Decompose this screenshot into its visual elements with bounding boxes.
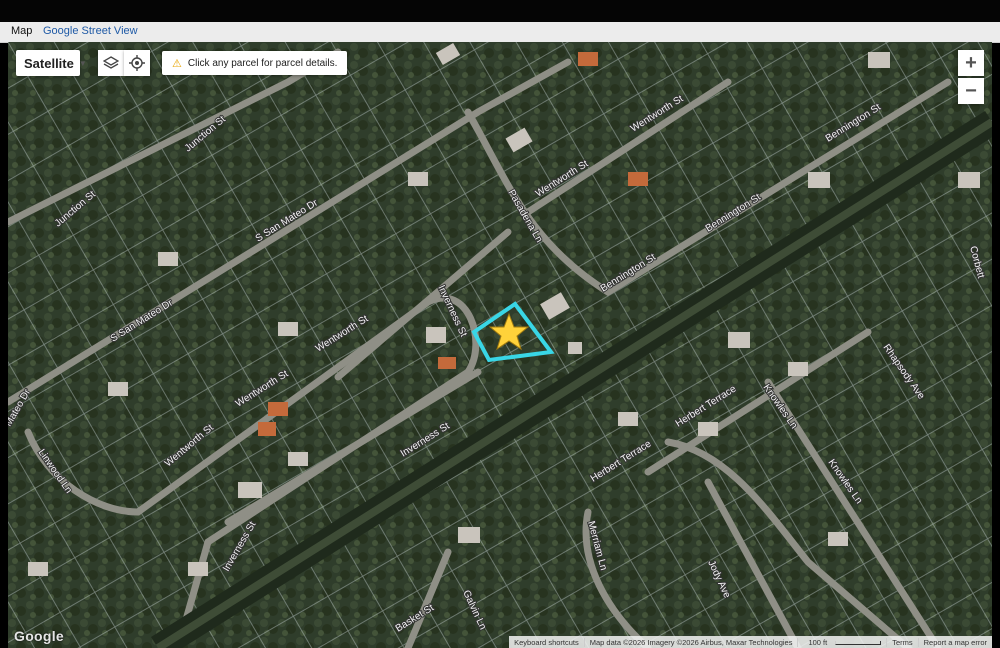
map-type-label: Satellite bbox=[24, 55, 74, 71]
warning-icon: ⚠ bbox=[172, 57, 182, 70]
tab-street-view[interactable]: Google Street View bbox=[43, 25, 138, 37]
locate-icon bbox=[129, 55, 145, 71]
zoom-in-button[interactable]: + bbox=[958, 50, 984, 76]
map-canvas[interactable]: S San Mateo Dr S San Mateo Dr Junction S… bbox=[8, 42, 992, 648]
map-data-credit: Map data ©2026 Imagery ©2026 Airbus, Max… bbox=[583, 637, 798, 647]
scale-indicator[interactable]: 100 ft bbox=[797, 637, 886, 647]
locate-button[interactable] bbox=[124, 50, 150, 76]
chevron-down-icon: ▼ bbox=[78, 58, 87, 68]
satellite-map[interactable]: S San Mateo Dr S San Mateo Dr Junction S… bbox=[8, 42, 992, 648]
google-logo: Google bbox=[14, 628, 65, 644]
keyboard-shortcuts-link[interactable]: Keyboard shortcuts bbox=[509, 638, 584, 647]
layers-button[interactable] bbox=[98, 50, 124, 76]
view-tabs: Map Google Street View bbox=[0, 22, 1000, 43]
parcel-hint-text: Click any parcel for parcel details. bbox=[187, 57, 338, 69]
scale-bar bbox=[835, 640, 882, 645]
zoom-out-button[interactable]: − bbox=[958, 78, 984, 104]
window-top-bar bbox=[0, 0, 1000, 22]
map-attribution-bar: Keyboard shortcuts Map data ©2026 Imager… bbox=[509, 636, 992, 648]
map-type-dropdown[interactable]: Satellite ▼ bbox=[16, 50, 87, 76]
layers-icon bbox=[103, 56, 119, 69]
scale-label: 100 ft bbox=[808, 637, 828, 647]
terms-link[interactable]: Terms bbox=[886, 637, 917, 647]
report-error-link[interactable]: Report a map error bbox=[917, 637, 992, 647]
parcel-hint-banner: ⚠ Click any parcel for parcel details. bbox=[162, 51, 348, 75]
tab-map[interactable]: Map bbox=[11, 25, 32, 37]
